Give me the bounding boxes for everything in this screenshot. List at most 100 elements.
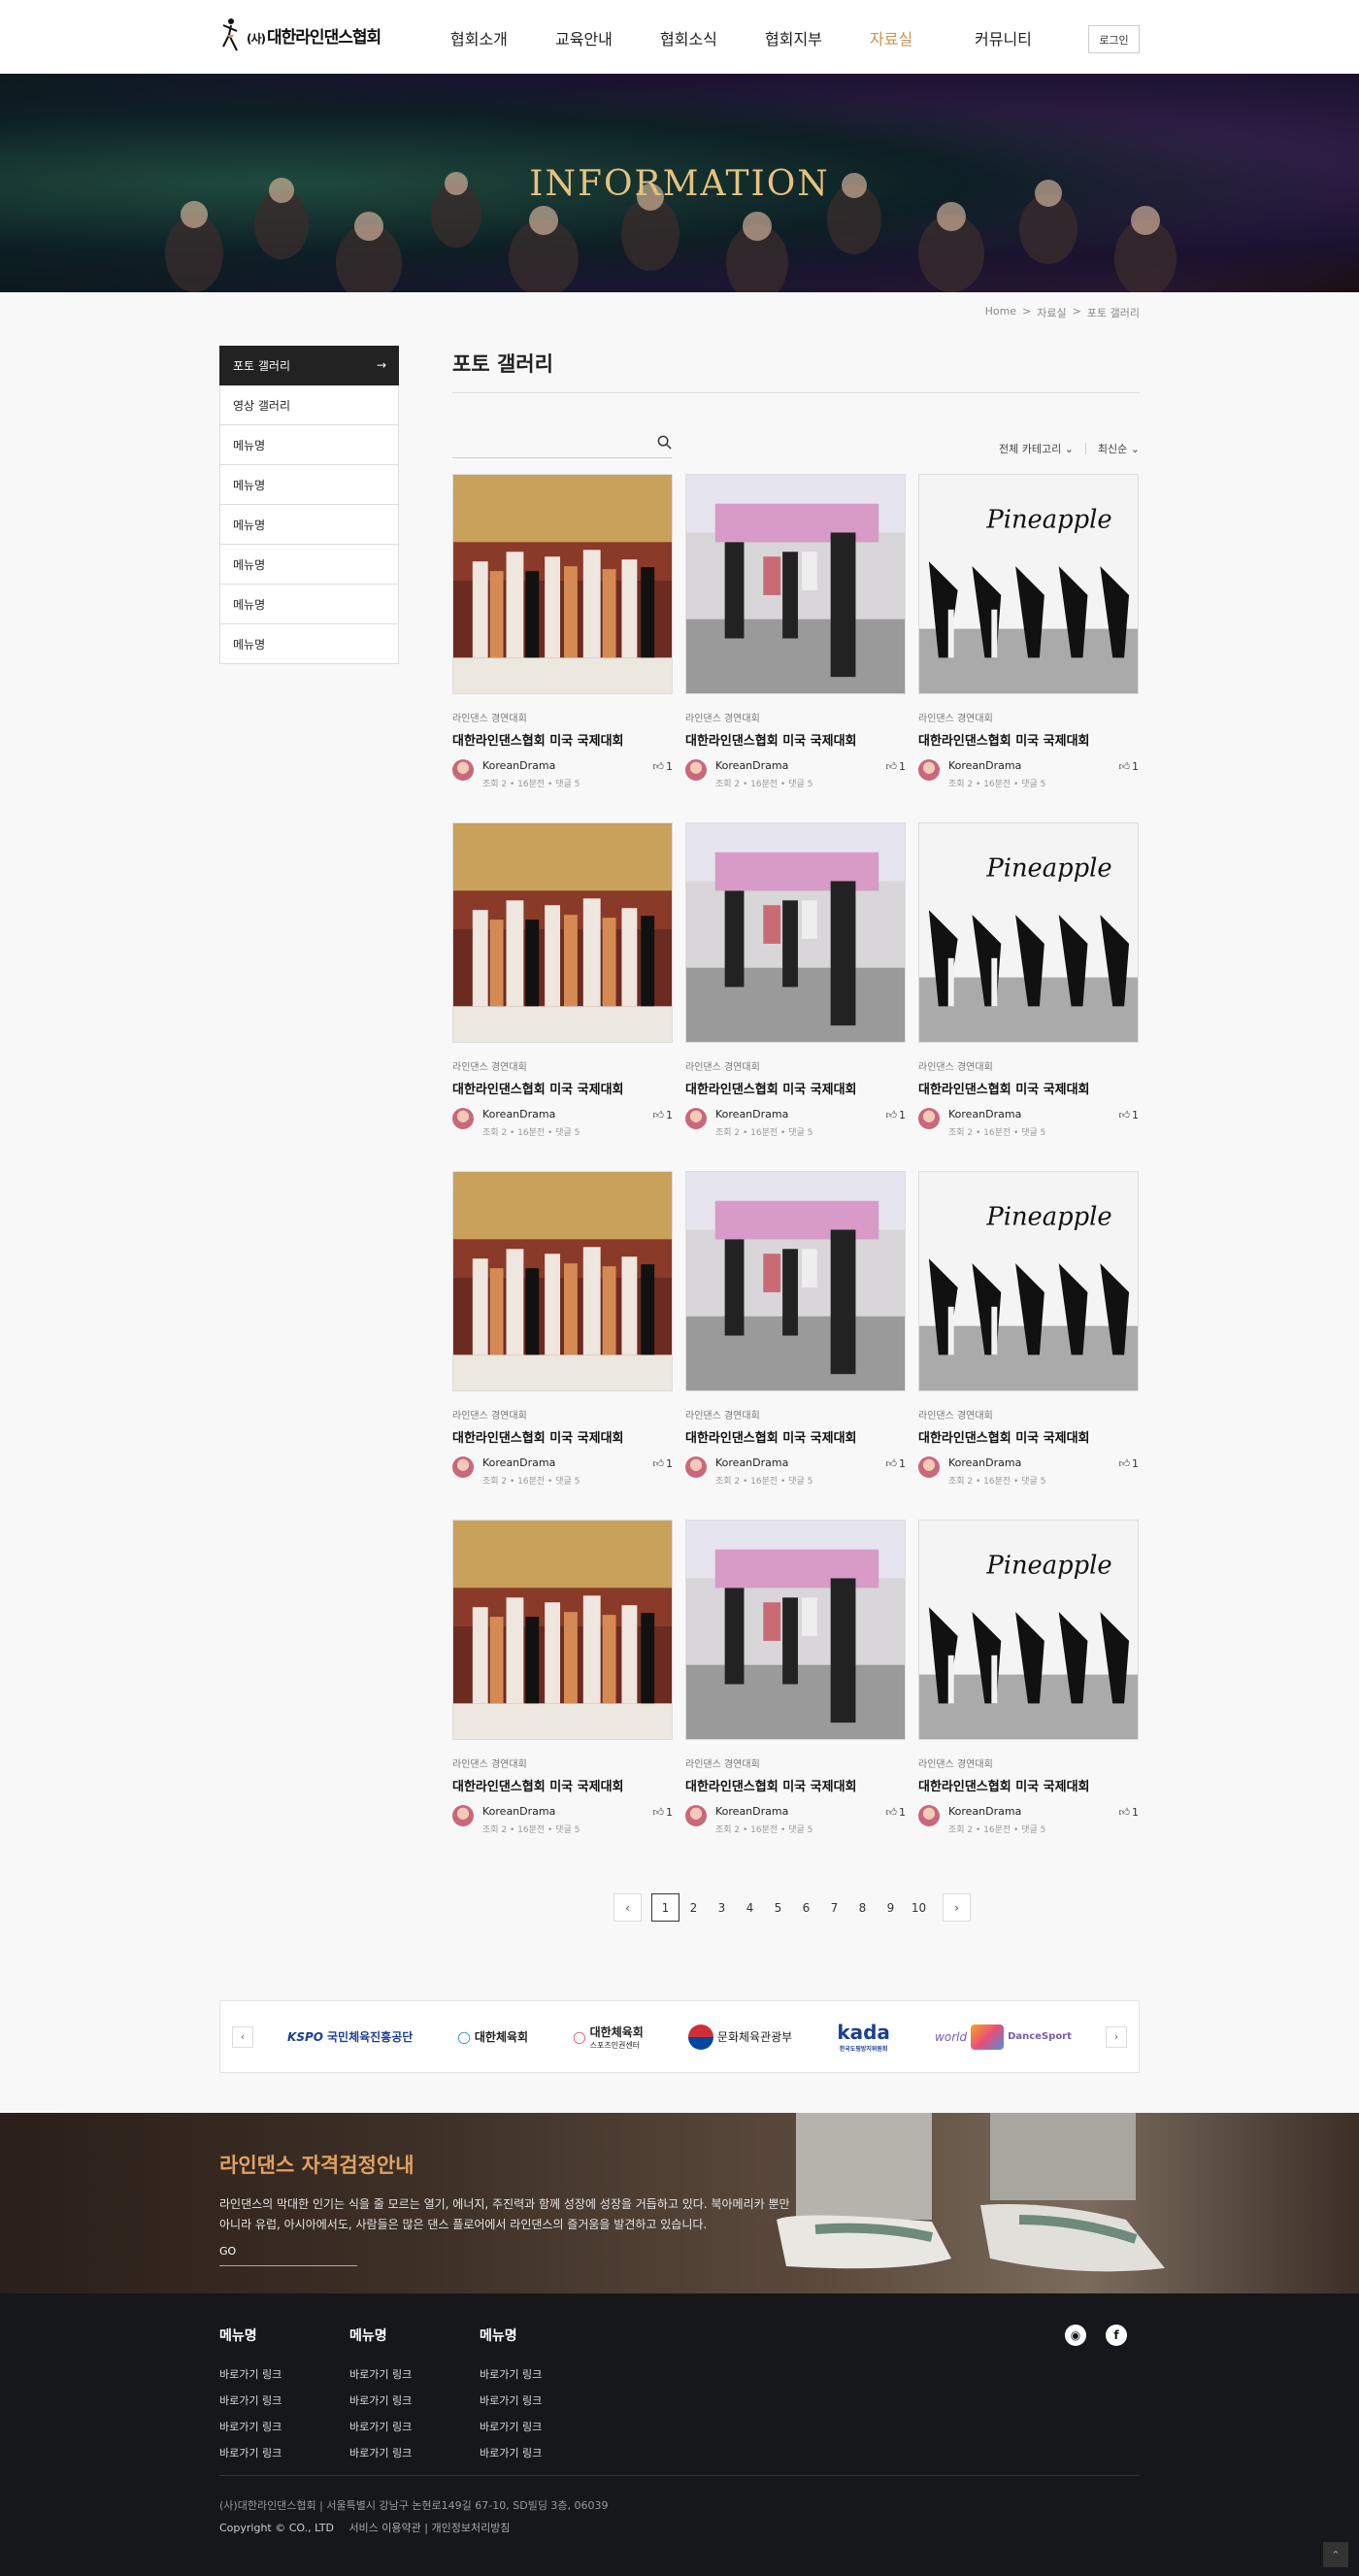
- like-button[interactable]: 👍︎ 1: [1119, 1806, 1140, 1819]
- nav-community[interactable]: 커뮤니티: [975, 26, 1079, 50]
- sidebar-item-menu[interactable]: 메뉴명: [219, 505, 399, 545]
- page-number[interactable]: 2: [680, 1893, 708, 1922]
- like-button[interactable]: 👍︎ 1: [653, 1806, 674, 1819]
- partner-logo-kada[interactable]: kada 한국도핑방지위원회: [837, 2021, 890, 2053]
- gallery-thumbnail[interactable]: Pineapple: [918, 822, 1139, 1043]
- gallery-title[interactable]: 대한라인댄스협회 미국 국제대회: [685, 1079, 906, 1097]
- like-button[interactable]: 👍︎ 1: [1119, 1109, 1140, 1121]
- gallery-card[interactable]: 라인댄스 경연대회 대한라인댄스협회 미국 국제대회 KoreanDrama 조회 2…: [685, 1520, 906, 1868]
- nav-news[interactable]: 협회소식: [660, 26, 765, 50]
- like-button[interactable]: 👍︎ 1: [1119, 1457, 1140, 1470]
- gallery-thumbnail[interactable]: [452, 1171, 673, 1391]
- gallery-card[interactable]: 라인댄스 경연대회 대한라인댄스협회 미국 국제대회 KoreanDrama 조회 2…: [452, 474, 673, 822]
- like-button[interactable]: 👍︎ 1: [886, 760, 907, 773]
- like-button[interactable]: 👍︎ 1: [886, 1806, 907, 1819]
- partner-logo-dancesport[interactable]: world DanceSport: [935, 2024, 1072, 2050]
- gallery-thumbnail[interactable]: Pineapple: [918, 1171, 1139, 1391]
- nav-education[interactable]: 교육안내: [555, 26, 660, 50]
- sidebar-item-menu[interactable]: 메뉴명: [219, 425, 399, 465]
- sidebar-item-menu[interactable]: 메뉴명: [219, 465, 399, 505]
- gallery-card[interactable]: Pineapple 라인댄스 경연대회 대한라인댄스협회 미국 국제대회 Korean…: [918, 474, 1139, 822]
- footer-link[interactable]: 바로가기 링크: [349, 2445, 466, 2460]
- footer-link[interactable]: 바로가기 링크: [349, 2366, 466, 2382]
- facebook-icon[interactable]: f: [1106, 2325, 1127, 2346]
- gallery-title[interactable]: 대한라인댄스협회 미국 국제대회: [918, 1776, 1139, 1794]
- page-number[interactable]: 7: [820, 1893, 848, 1922]
- footer-link[interactable]: 바로가기 링크: [219, 2445, 336, 2460]
- sidebar-item-video-gallery[interactable]: 영상 갤러리: [219, 385, 399, 425]
- gallery-card[interactable]: 라인댄스 경연대회 대한라인댄스협회 미국 국제대회 KoreanDrama 조회 2…: [452, 822, 673, 1171]
- gallery-thumbnail[interactable]: [685, 1520, 906, 1740]
- gallery-thumbnail[interactable]: Pineapple: [918, 1520, 1139, 1740]
- sidebar-item-photo-gallery[interactable]: 포토 갤러리 →: [219, 346, 399, 385]
- scroll-to-top-button[interactable]: ⌃: [1323, 2542, 1348, 2567]
- like-button[interactable]: 👍︎ 1: [1119, 760, 1140, 773]
- site-logo[interactable]: (사) 대한라인댄스협회: [219, 17, 381, 52]
- gallery-thumbnail[interactable]: [452, 822, 673, 1043]
- login-button[interactable]: 로그인: [1088, 25, 1140, 53]
- page-number[interactable]: 10: [905, 1893, 933, 1922]
- page-number[interactable]: 5: [764, 1893, 792, 1922]
- sidebar-item-menu[interactable]: 메뉴명: [219, 585, 399, 624]
- gallery-card[interactable]: 라인댄스 경연대회 대한라인댄스협회 미국 국제대회 KoreanDrama 조회 2…: [685, 822, 906, 1171]
- footer-link[interactable]: 바로가기 링크: [219, 2419, 336, 2434]
- sidebar-item-menu[interactable]: 메뉴명: [219, 624, 399, 664]
- partner-logo-kspo[interactable]: KSPO 국민체육진흥공단: [287, 2028, 413, 2045]
- gallery-card[interactable]: Pineapple 라인댄스 경연대회 대한라인댄스협회 미국 국제대회 Korean…: [918, 822, 1139, 1171]
- page-number[interactable]: 4: [736, 1893, 764, 1922]
- page-number[interactable]: 9: [877, 1893, 905, 1922]
- search-input[interactable]: [452, 427, 637, 456]
- nav-resources[interactable]: 자료실: [870, 26, 975, 50]
- like-button[interactable]: 👍︎ 1: [653, 760, 674, 773]
- gallery-title[interactable]: 대한라인댄스협회 미국 국제대회: [685, 1776, 906, 1794]
- prev-page-button[interactable]: ‹: [613, 1893, 642, 1922]
- gallery-title[interactable]: 대한라인댄스협회 미국 국제대회: [918, 730, 1139, 749]
- sort-select[interactable]: 최신순 ⌄: [1098, 441, 1140, 456]
- gallery-thumbnail[interactable]: Pineapple: [918, 474, 1139, 694]
- gallery-card[interactable]: 라인댄스 경연대회 대한라인댄스협회 미국 국제대회 KoreanDrama 조회 2…: [685, 474, 906, 822]
- footer-link[interactable]: 바로가기 링크: [219, 2392, 336, 2408]
- breadcrumb-home[interactable]: Home: [985, 305, 1016, 320]
- gallery-title[interactable]: 대한라인댄스협회 미국 국제대회: [452, 730, 673, 749]
- like-button[interactable]: 👍︎ 1: [886, 1457, 907, 1470]
- category-select[interactable]: 전체 카테고리 ⌄: [999, 441, 1074, 456]
- github-icon[interactable]: ◉: [1065, 2325, 1086, 2346]
- partner-logo-ministry[interactable]: 문화체육관광부: [687, 2024, 792, 2050]
- footer-link[interactable]: 바로가기 링크: [349, 2392, 466, 2408]
- gallery-thumbnail[interactable]: [685, 474, 906, 694]
- gallery-card[interactable]: 라인댄스 경연대회 대한라인댄스협회 미국 국제대회 KoreanDrama 조회 2…: [452, 1520, 673, 1868]
- gallery-thumbnail[interactable]: [685, 822, 906, 1043]
- breadcrumb-resources[interactable]: 자료실: [1037, 305, 1066, 320]
- gallery-thumbnail[interactable]: [452, 1520, 673, 1740]
- carousel-prev-button[interactable]: ‹: [232, 2025, 253, 2048]
- terms-link[interactable]: 서비스 이용약관: [348, 2522, 420, 2534]
- nav-branches[interactable]: 협회지부: [765, 26, 870, 50]
- gallery-title[interactable]: 대한라인댄스협회 미국 국제대회: [685, 1427, 906, 1446]
- footer-link[interactable]: 바로가기 링크: [480, 2419, 596, 2434]
- like-button[interactable]: 👍︎ 1: [886, 1109, 907, 1121]
- sidebar-item-menu[interactable]: 메뉴명: [219, 545, 399, 585]
- gallery-thumbnail[interactable]: [452, 474, 673, 694]
- footer-link[interactable]: 바로가기 링크: [480, 2392, 596, 2408]
- gallery-card[interactable]: Pineapple 라인댄스 경연대회 대한라인댄스협회 미국 국제대회 Korean…: [918, 1520, 1139, 1868]
- gallery-title[interactable]: 대한라인댄스협회 미국 국제대회: [452, 1427, 673, 1446]
- gallery-title[interactable]: 대한라인댄스협회 미국 국제대회: [918, 1079, 1139, 1097]
- page-number[interactable]: 3: [708, 1893, 736, 1922]
- gallery-title[interactable]: 대한라인댄스협회 미국 국제대회: [452, 1079, 673, 1097]
- gallery-thumbnail[interactable]: [685, 1171, 906, 1391]
- banner-go-link[interactable]: GO: [219, 2241, 357, 2266]
- footer-link[interactable]: 바로가기 링크: [480, 2366, 596, 2382]
- footer-link[interactable]: 바로가기 링크: [480, 2445, 596, 2460]
- page-number[interactable]: 8: [848, 1893, 877, 1922]
- footer-link[interactable]: 바로가기 링크: [349, 2419, 466, 2434]
- like-button[interactable]: 👍︎ 1: [653, 1457, 674, 1470]
- search-icon[interactable]: [657, 435, 672, 450]
- gallery-title[interactable]: 대한라인댄스협회 미국 국제대회: [452, 1776, 673, 1794]
- footer-link[interactable]: 바로가기 링크: [219, 2366, 336, 2382]
- partner-logo-sports-council[interactable]: ◯ 대한체육회: [457, 2028, 528, 2045]
- carousel-next-button[interactable]: ›: [1106, 2025, 1127, 2048]
- page-number[interactable]: 1: [651, 1893, 680, 1922]
- nav-about[interactable]: 협회소개: [450, 26, 555, 50]
- gallery-title[interactable]: 대한라인댄스협회 미국 국제대회: [685, 730, 906, 749]
- gallery-card[interactable]: Pineapple 라인댄스 경연대회 대한라인댄스협회 미국 국제대회 Korean…: [918, 1171, 1139, 1520]
